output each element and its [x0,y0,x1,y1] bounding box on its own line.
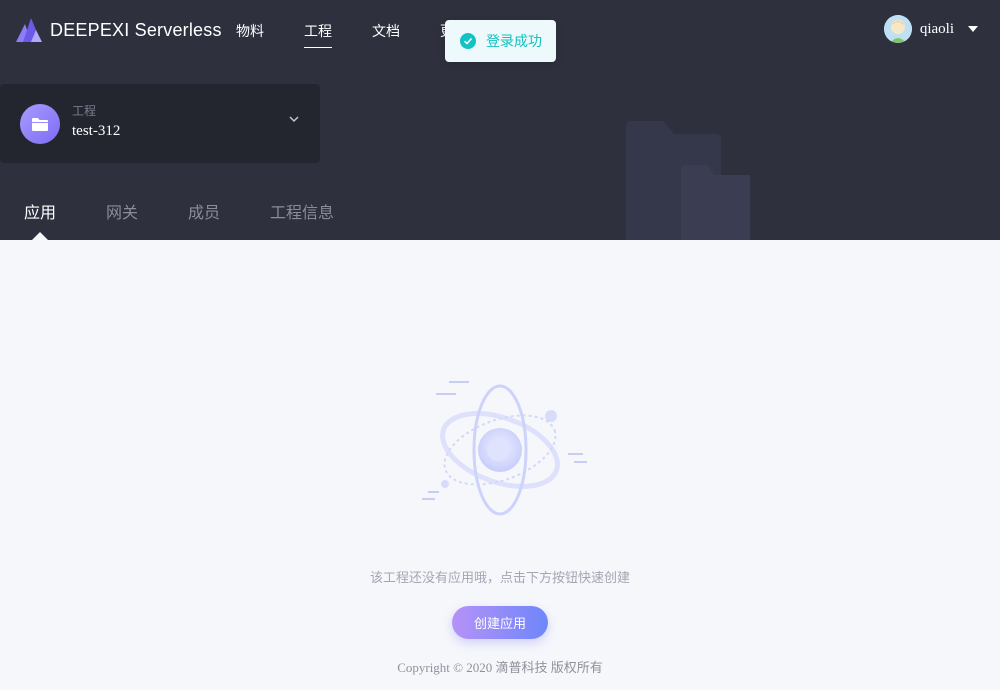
header: DEEPEXI Serverless 物料 工程 文档 更 qiaoli 登录成… [0,0,1000,240]
active-tab-indicator [32,232,48,240]
empty-state-message: 该工程还没有应用哦，点击下方按钮快速创建 [369,571,630,586]
tab-applications[interactable]: 应用 [24,199,56,223]
tab-members[interactable]: 成员 [188,199,220,223]
project-name: test-312 [72,123,121,139]
project-selector[interactable]: 工程 test-312 [0,84,320,163]
user-avatar-icon [883,15,912,43]
user-menu[interactable]: qiaoli [883,15,978,43]
create-application-button[interactable]: 创建应用 [452,606,548,639]
footer-copyright: Copyright © 2020 滴普科技 版权所有 [397,660,603,675]
nav-item-materials[interactable]: 物料 [236,21,264,41]
folder-icon [20,104,60,144]
folder-decoration-icon [626,121,750,240]
success-toast: 登录成功 [445,20,556,62]
brand-name: DEEPEXI Serverless [50,19,222,40]
caret-down-icon[interactable] [968,26,978,32]
project-label: 工程 [72,104,97,118]
nav-item-projects[interactable]: 工程 [304,21,332,48]
username: qiaoli [919,20,954,37]
check-circle-icon [460,33,476,49]
nav-item-docs[interactable]: 文档 [372,21,400,41]
toast-message: 登录成功 [486,34,542,50]
tab-project-info[interactable]: 工程信息 [270,199,334,223]
mountain-logo-icon [16,18,42,42]
atom-illustration-icon [422,381,587,516]
brand[interactable]: DEEPEXI Serverless [16,18,222,42]
chevron-down-icon[interactable] [288,115,300,123]
tab-gateway[interactable]: 网关 [106,199,138,223]
